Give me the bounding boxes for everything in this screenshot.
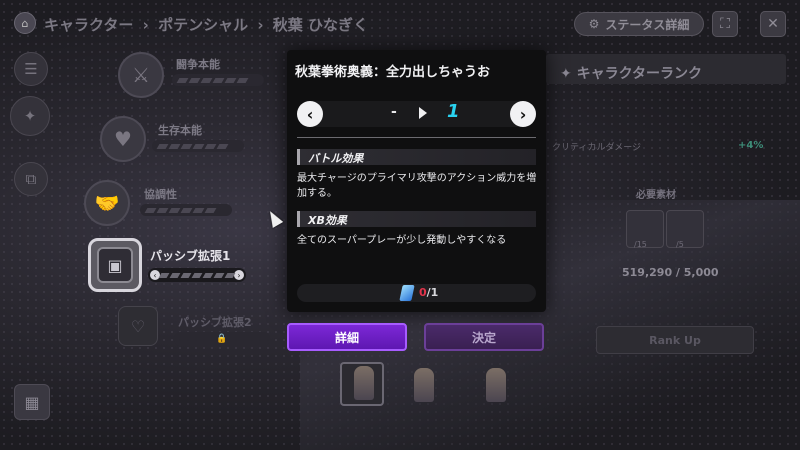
breadcrumb-item-potential[interactable]: ポテンシャル [158,16,248,34]
stat-label-cooperation: 協調性 [144,188,177,201]
xb-effect-header: XB効果 [297,211,536,227]
character-slot[interactable] [402,362,446,406]
handshake-icon[interactable]: 🤝 [84,180,130,226]
stat-bar-cooperation [140,204,232,216]
close-icon[interactable]: ✕ [760,11,786,37]
stat-bar-fighting [172,74,264,86]
passive-expansion-1-bar: ‹ › [148,268,246,282]
character-slot-selected[interactable] [340,362,384,406]
skill-upgrade-dialog: 秋葉拳術奥義：全力出しちゃうお ‹ - 1 › バトル効果 最大チャージのプライ… [287,50,546,312]
chevron-left-icon: ‹ [150,270,160,280]
expand-icon[interactable]: ⛶ [712,11,738,37]
battle-effect-header: バトル効果 [297,149,536,165]
rank-title-text: キャラクターランク [576,66,703,82]
material-1-count: /15 [634,240,647,249]
list-icon[interactable]: ☰ [14,52,48,86]
grid-menu-icon[interactable]: ▦ [14,384,50,420]
battle-effect-label: バトル効果 [308,152,364,165]
crystal-icon [399,285,415,301]
battle-effect-text: 最大チャージのプライマリ攻撃のアクション威力を増加する。 [297,173,537,199]
potential-icon[interactable]: ✦ [10,96,50,136]
money-amount: 519,290 / 5,000 [622,266,719,279]
passive-skill-icon: ▣ [97,247,133,283]
materials-label: 必要素材 [636,190,676,201]
breadcrumb-separator: › [257,16,264,34]
add-window-icon[interactable]: ⧉ [14,162,48,196]
top-bar: ⌂ キャラクター › ポテンシャル › 秋葉 ひなぎく ⚙ ステータス詳細 ⛶ … [0,0,800,46]
current-level: - [391,104,397,120]
material-slot-2[interactable] [666,210,704,248]
stat-label-fighting: 闘争本能 [176,58,220,71]
home-icon[interactable]: ⌂ [14,12,36,34]
heart-rate-icon[interactable]: ♥ [100,116,146,162]
passive-expansion-2-label: パッシブ拡張2 [178,316,252,329]
heart-outline-icon[interactable]: ♡ [118,306,158,346]
cost-required: /1 [426,286,439,299]
gear-icon: ⚙ [588,17,600,31]
cost-row: 0/1 [297,284,536,302]
stat-bar-survival [152,140,244,152]
status-detail-label: ステータス詳細 [605,17,690,32]
breadcrumb: キャラクター › ポテンシャル › 秋葉 ひなぎく [44,14,372,35]
next-level-button[interactable]: › [510,101,536,127]
fighting-instinct-icon[interactable]: ⚔ [118,52,164,98]
detail-button[interactable]: 詳細 [287,323,407,351]
arrow-right-icon [419,107,427,119]
rank-stat-pct: +4% [738,140,764,151]
confirm-button[interactable]: 決定 [424,323,544,351]
character-slot[interactable] [474,362,518,406]
breadcrumb-item-name: 秋葉 ひなぎく [272,16,369,34]
breadcrumb-separator: › [142,16,149,34]
cost-text: 0/1 [419,286,438,299]
chevron-right-icon: › [234,270,244,280]
xb-effect-text: 全てのスーパープレーが少し発動しやすくなる [297,235,507,246]
next-level: 1 [447,101,460,122]
status-detail-button[interactable]: ⚙ ステータス詳細 [574,12,704,36]
rank-stat-name: クリティカルダメージ [552,143,642,153]
prev-level-button[interactable]: ‹ [297,101,323,127]
xb-effect-label: XB効果 [308,214,347,227]
cost-owned: 0 [419,286,427,299]
material-2-count: /5 [676,240,684,249]
lock-icon: 🔒 [174,332,270,346]
stat-label-survival: 生存本能 [158,124,202,137]
rank-up-button[interactable]: Rank Up [596,326,754,354]
dialog-title: 秋葉拳術奥義：全力出しちゃうお [295,65,491,80]
divider [297,137,536,138]
passive-expansion-1-label: パッシブ拡張1 [150,249,231,263]
rank-title: ✦ キャラクターランク [560,66,703,82]
level-selector: ‹ - 1 › [297,101,536,127]
breadcrumb-item-character[interactable]: キャラクター [44,16,133,34]
passive-expansion-1-slot[interactable]: ▣ [88,238,142,292]
